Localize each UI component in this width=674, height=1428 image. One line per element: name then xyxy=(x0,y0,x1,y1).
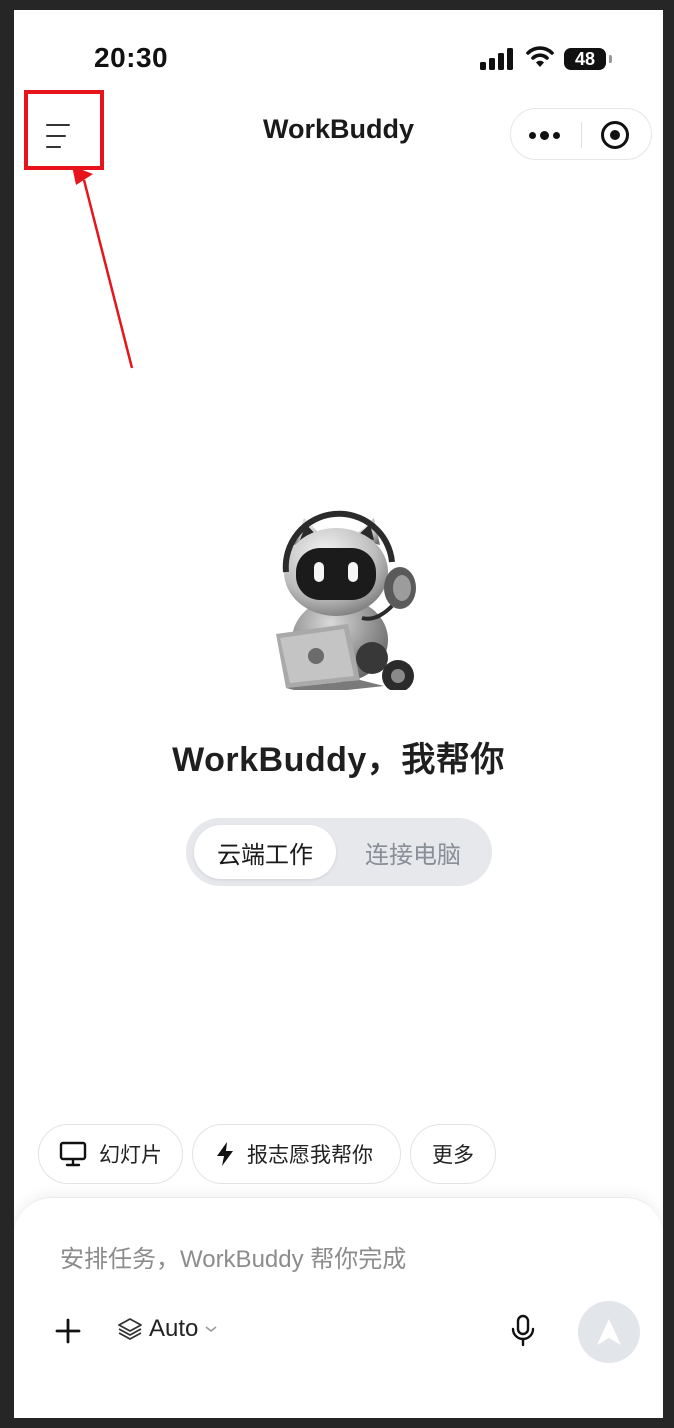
battery-level: 48 xyxy=(574,48,596,69)
send-icon xyxy=(597,1319,621,1345)
tab-cloud-work[interactable]: 云端工作 xyxy=(194,825,336,879)
hero-headline: WorkBuddy，我帮你 xyxy=(172,741,505,779)
chip-volunteer-label: 报志愿我帮你 xyxy=(247,1144,373,1167)
wifi-icon xyxy=(526,46,554,67)
chip-more-label: 更多 xyxy=(432,1144,474,1167)
robot-mascot xyxy=(276,510,416,690)
task-input[interactable]: 安排任务，WorkBuddy 帮你完成 xyxy=(60,1239,406,1274)
target-icon[interactable] xyxy=(600,120,630,150)
signal-icon xyxy=(480,48,513,70)
model-selector[interactable]: Auto xyxy=(117,1315,218,1343)
more-dots-icon[interactable] xyxy=(529,131,560,140)
monitor-icon xyxy=(59,1141,87,1167)
mode-toggle: 云端工作 连接电脑 xyxy=(186,818,492,886)
chip-slides[interactable]: 幻灯片 xyxy=(38,1124,183,1184)
send-button[interactable] xyxy=(578,1301,640,1363)
chip-more[interactable]: 更多 xyxy=(410,1124,496,1184)
tab-connect-computer[interactable]: 连接电脑 xyxy=(342,825,484,879)
mini-program-capsule xyxy=(510,108,652,160)
lightning-icon xyxy=(217,1142,233,1166)
model-label: Auto xyxy=(149,1315,199,1342)
status-time: 20:30 xyxy=(94,42,169,73)
plus-icon[interactable] xyxy=(55,1318,81,1344)
battery-icon: 48 xyxy=(564,48,612,70)
capsule-divider xyxy=(581,122,582,148)
annotation-arrow xyxy=(72,166,134,369)
phone-screen: 20:30 48 WorkBuddy WorkBuddy，我帮你 云端工作 连接… xyxy=(14,10,663,1418)
microphone-icon[interactable] xyxy=(510,1314,536,1348)
chip-slides-label: 幻灯片 xyxy=(99,1144,162,1167)
chip-volunteer-help[interactable]: 报志愿我帮你 xyxy=(192,1124,401,1184)
composer-card xyxy=(14,1197,663,1418)
layers-icon xyxy=(118,1318,142,1340)
chevron-down-icon xyxy=(205,1326,217,1333)
